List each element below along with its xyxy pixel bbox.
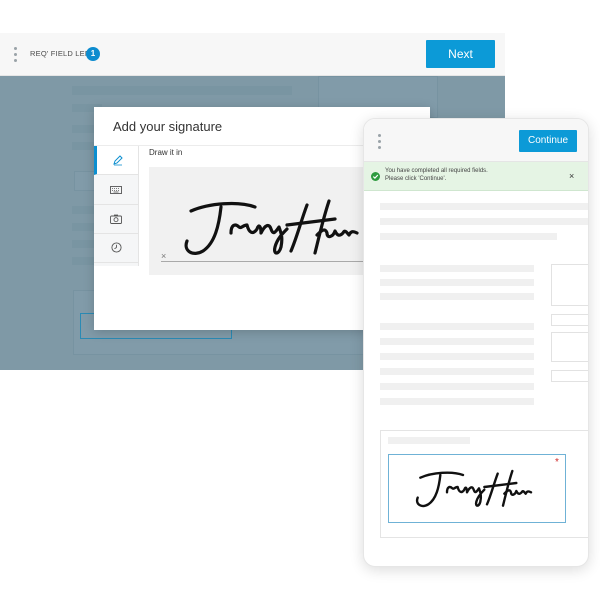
signature-field[interactable] <box>388 454 566 523</box>
pencil-icon <box>112 155 123 166</box>
notice-message: You have completed all required fields. … <box>385 167 545 183</box>
mobile-device: Continue You have completed all required… <box>363 118 589 567</box>
modal-title: Add your signature <box>113 119 223 134</box>
signature-method-tabs <box>94 146 139 266</box>
notice-line: You have completed all required fields. <box>385 168 488 174</box>
placeholder-box <box>551 314 588 326</box>
placeholder-line <box>380 338 534 345</box>
placeholder-line <box>388 437 470 444</box>
drawn-signature <box>184 199 359 255</box>
next-button[interactable]: Next <box>426 40 495 68</box>
keyboard-icon <box>110 185 122 194</box>
placeholder-line <box>380 353 534 360</box>
required-fields-label: REQ' FIELD LEFT <box>30 49 95 58</box>
placeholder-line <box>380 218 588 225</box>
placeholder-line <box>380 203 588 210</box>
tab-draw[interactable] <box>94 146 138 175</box>
close-icon[interactable]: × <box>569 171 574 181</box>
placeholder-box <box>551 264 588 306</box>
required-marker: * <box>555 457 559 468</box>
placeholder-line <box>380 265 534 272</box>
required-count-badge: 1 <box>86 47 100 61</box>
notice-line: Please click 'Continue'. <box>385 176 447 182</box>
tab-type[interactable] <box>94 175 138 205</box>
more-options-icon[interactable] <box>378 134 381 149</box>
tab-upload[interactable] <box>94 204 138 234</box>
tab-saved[interactable] <box>94 233 138 263</box>
completion-notice: You have completed all required fields. … <box>364 162 588 191</box>
placeholder-line <box>380 279 534 286</box>
more-options-icon[interactable] <box>14 47 17 62</box>
placeholder-box <box>551 332 588 362</box>
clock-icon <box>110 242 122 253</box>
placeholder-line <box>380 233 557 240</box>
placeholder-box <box>551 370 588 382</box>
mobile-header: Continue <box>364 119 588 162</box>
check-icon <box>371 172 380 181</box>
desktop-header: REQ' FIELD LEFT 1 Next <box>0 33 505 76</box>
placeholder-line <box>380 293 534 300</box>
draw-instruction: Draw it in <box>149 148 183 157</box>
continue-button[interactable]: Continue <box>519 130 577 152</box>
signature-image <box>415 469 533 508</box>
placeholder-line <box>380 383 534 390</box>
clear-signature-button[interactable]: × <box>161 251 166 261</box>
placeholder-line <box>380 398 534 405</box>
camera-icon <box>110 214 122 224</box>
placeholder-line <box>380 368 534 375</box>
placeholder-line <box>380 323 534 330</box>
